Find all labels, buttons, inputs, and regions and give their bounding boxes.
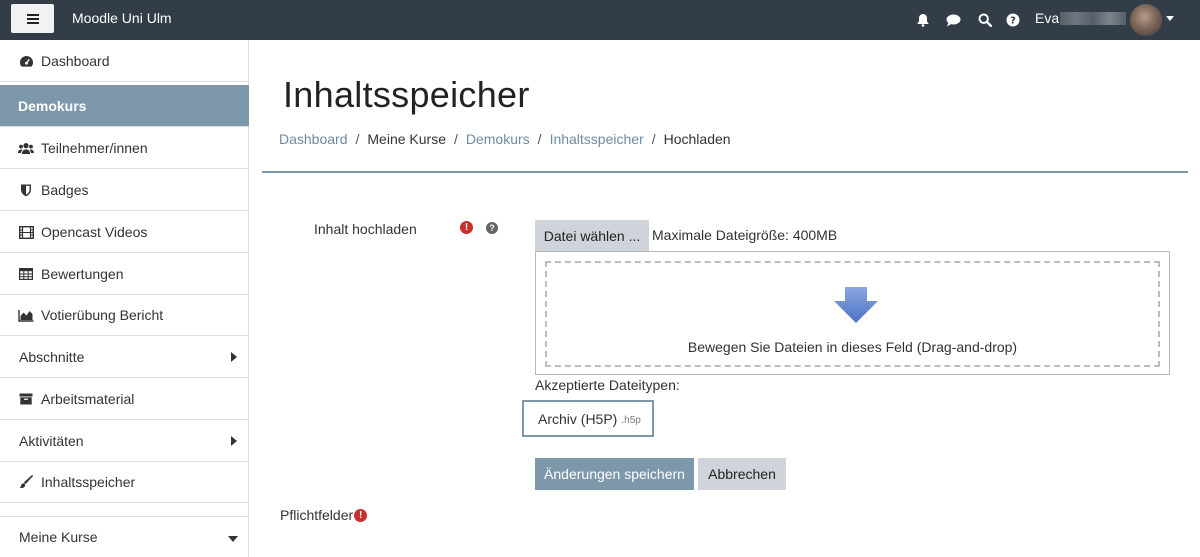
sidebar-item-opencast-videos[interactable]: Opencast Videos (0, 211, 249, 253)
user-name-redacted (1060, 12, 1126, 25)
film-icon (18, 225, 34, 239)
caret-down-icon (228, 536, 238, 542)
paintbrush-icon (18, 475, 34, 489)
sidebar-item-content-bank[interactable]: Inhaltsspeicher (0, 461, 249, 503)
sidebar-item-dashboard[interactable]: Dashboard (0, 40, 249, 82)
sidebar-item-report[interactable]: Votierübung Bericht (0, 294, 249, 336)
svg-text:?: ? (1010, 16, 1016, 27)
top-navbar: Moodle Uni Ulm ? Eva (0, 0, 1200, 40)
required-fields-label: Pflichtfelder (280, 507, 354, 523)
table-icon (18, 267, 34, 281)
choose-file-button[interactable]: Datei wählen ... (535, 220, 649, 251)
search-icon[interactable] (969, 0, 1000, 40)
dashboard-icon (18, 54, 34, 68)
bell-icon[interactable] (907, 0, 938, 40)
sidebar: Dashboard Demokurs Teilnehmer/innen Badg… (0, 40, 249, 557)
required-icon: ! (354, 508, 368, 522)
area-chart-icon (18, 308, 34, 322)
accepted-type-extension: .h5p (621, 414, 641, 426)
required-fields-note: Pflichtfelder ! (280, 507, 368, 523)
accepted-types-label: Akzeptierte Dateitypen: (535, 377, 680, 393)
sidebar-item-grades[interactable]: Bewertungen (0, 253, 249, 295)
breadcrumb-separator: / (355, 131, 360, 147)
max-file-size: Maximale Dateigröße: 400MB (652, 227, 838, 243)
accepted-type-h5p: Archiv (H5P) .h5p (522, 400, 654, 437)
question-circle-icon[interactable]: ? (997, 0, 1028, 40)
sidebar-item-label: Badges (41, 181, 89, 198)
sidebar-item-label: Bewertungen (41, 265, 124, 282)
sidebar-item-label: Teilnehmer/innen (41, 139, 148, 156)
user-menu-caret-icon[interactable] (1166, 16, 1174, 21)
site-name[interactable]: Moodle Uni Ulm (72, 10, 172, 26)
comment-icon[interactable] (938, 0, 969, 40)
download-arrow-icon (834, 287, 878, 323)
sidebar-item-my-courses[interactable]: Meine Kurse (0, 516, 249, 557)
caret-right-icon (231, 436, 237, 446)
dropzone-dashed-area[interactable]: Bewegen Sie Dateien in dieses Feld (Drag… (545, 261, 1160, 367)
sidebar-item-label: Meine Kurse (19, 529, 98, 545)
breadcrumb-upload: Hochladen (663, 131, 731, 147)
sidebar-item-label: Demokurs (18, 97, 87, 114)
page-title: Inhaltsspeicher (283, 74, 530, 115)
dropzone-text: Bewegen Sie Dateien in dieses Feld (Drag… (687, 339, 1018, 355)
sidebar-item-activities[interactable]: Aktivitäten (0, 420, 249, 462)
sidebar-item-sections[interactable]: Abschnitte (0, 336, 249, 378)
sidebar-item-label: Votierübung Bericht (41, 306, 164, 323)
hamburger-icon (26, 13, 39, 24)
users-icon (18, 141, 34, 155)
archive-icon (18, 392, 34, 406)
avatar[interactable] (1130, 4, 1162, 36)
sidebar-item-demokurs[interactable]: Demokurs (0, 85, 249, 127)
sidebar-item-badges[interactable]: Badges (0, 169, 249, 211)
breadcrumb-dashboard[interactable]: Dashboard (279, 131, 348, 147)
required-icon: ! (460, 221, 473, 234)
file-dropzone[interactable]: Bewegen Sie Dateien in dieses Feld (Drag… (535, 251, 1170, 375)
breadcrumb-my-courses: Meine Kurse (367, 131, 446, 147)
breadcrumb-separator: / (537, 131, 542, 147)
sidebar-item-participants[interactable]: Teilnehmer/innen (0, 127, 249, 169)
accepted-type-name: Archiv (H5P) (538, 410, 618, 427)
breadcrumb: Dashboard / Meine Kurse / Demokurs / Inh… (279, 131, 731, 147)
breadcrumb-separator: / (651, 131, 656, 147)
breadcrumb-separator: / (453, 131, 458, 147)
sidebar-item-label: Opencast Videos (41, 223, 148, 240)
sidebar-item-label: Abschnitte (19, 348, 85, 365)
help-icon[interactable]: ? (486, 222, 498, 234)
sidebar-item-label: Dashboard (41, 52, 110, 69)
breadcrumb-demokurs[interactable]: Demokurs (466, 131, 530, 147)
sidebar-item-label: Inhaltsspeicher (41, 473, 136, 490)
upload-field-label: Inhalt hochladen (314, 221, 417, 237)
caret-right-icon (231, 352, 237, 362)
sidebar-item-label: Arbeitsmaterial (41, 390, 135, 407)
save-button[interactable]: Änderungen speichern (535, 458, 694, 490)
cancel-button[interactable]: Abbrechen (698, 458, 786, 490)
menu-toggle-button[interactable] (11, 4, 54, 33)
sidebar-item-label: Aktivitäten (19, 432, 84, 449)
user-name[interactable]: Eva (1035, 10, 1059, 26)
shield-icon (18, 183, 34, 197)
header-divider (262, 171, 1188, 173)
breadcrumb-content-bank[interactable]: Inhaltsspeicher (550, 131, 644, 147)
sidebar-item-materials[interactable]: Arbeitsmaterial (0, 378, 249, 420)
